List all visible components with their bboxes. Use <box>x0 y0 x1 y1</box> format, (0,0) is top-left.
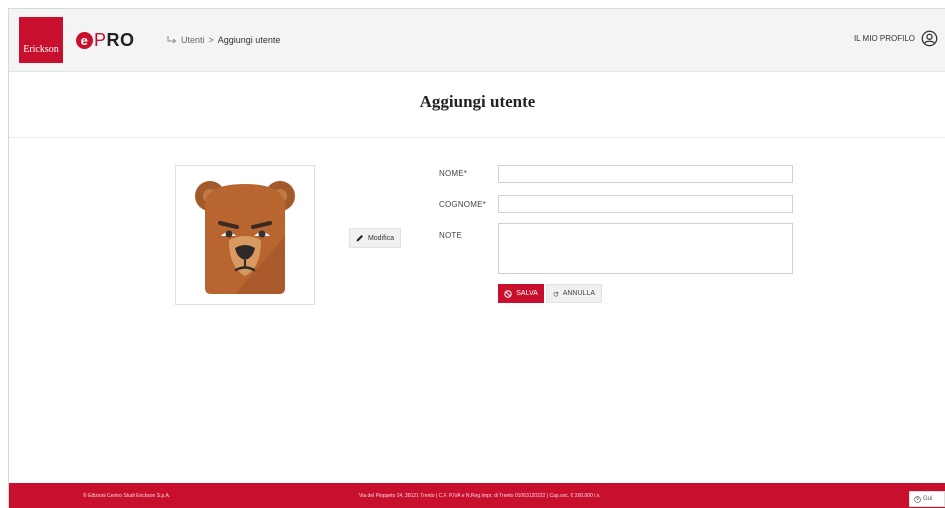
help-button[interactable]: Gui <box>909 491 945 507</box>
cognome-field[interactable] <box>498 195 793 213</box>
page-title: Aggiungi utente <box>419 92 536 111</box>
save-button[interactable]: SALVA <box>498 284 544 303</box>
user-circle-icon <box>921 30 938 47</box>
cancel-button[interactable]: ANNULLA <box>546 284 602 303</box>
breadcrumb-current: Aggiungi utente <box>217 35 281 45</box>
my-profile-label: IL MIO PROFILO <box>853 34 915 43</box>
my-profile-link[interactable]: IL MIO PROFILO <box>854 30 938 47</box>
nome-field[interactable] <box>498 165 793 183</box>
footer-copyright: © Edizioni Centro Studi Erickson S.p.A. <box>83 493 171 499</box>
save-label: SALVA <box>516 290 538 297</box>
help-label: Gui <box>923 496 933 502</box>
breadcrumb: Utenti > Aggiungi utente <box>167 35 280 45</box>
pencil-icon <box>356 235 363 242</box>
erickson-logo-text: Erickson <box>23 44 59 55</box>
help-icon <box>914 495 921 503</box>
breadcrumb-users-link[interactable]: Utenti <box>181 35 205 45</box>
app-window: Erickson e P RO Utenti > Aggiungi utente… <box>8 8 945 508</box>
cancel-label: ANNULLA <box>562 290 595 297</box>
modify-avatar-label: Modifica <box>367 234 395 242</box>
nome-label: NOME* <box>439 169 468 178</box>
epro-logo-ro: RO <box>106 29 135 50</box>
top-bar: Erickson e P RO Utenti > Aggiungi utente… <box>9 9 945 72</box>
epro-logo-e: e <box>76 31 93 49</box>
bear-avatar-image <box>195 181 295 294</box>
epro-logo[interactable]: e P RO <box>76 29 135 51</box>
title-band: Aggiungi utente <box>9 72 945 138</box>
modify-avatar-button[interactable]: Modifica <box>349 228 401 248</box>
note-field[interactable] <box>498 223 793 274</box>
avatar <box>175 165 315 305</box>
refresh-icon <box>553 291 559 296</box>
cancel-circle-icon <box>504 289 512 298</box>
epro-logo-p: P <box>94 29 107 50</box>
footer: © Edizioni Centro Studi Erickson S.p.A. … <box>9 483 945 508</box>
note-label: NOTE <box>439 231 463 240</box>
footer-company-info: Via del Pioppeto 24, 38121 Trento | C.F.… <box>359 493 601 499</box>
erickson-logo[interactable]: Erickson <box>19 17 63 63</box>
cognome-label: COGNOME* <box>439 200 486 209</box>
return-arrow-icon <box>167 36 177 44</box>
breadcrumb-separator: > <box>208 35 214 45</box>
